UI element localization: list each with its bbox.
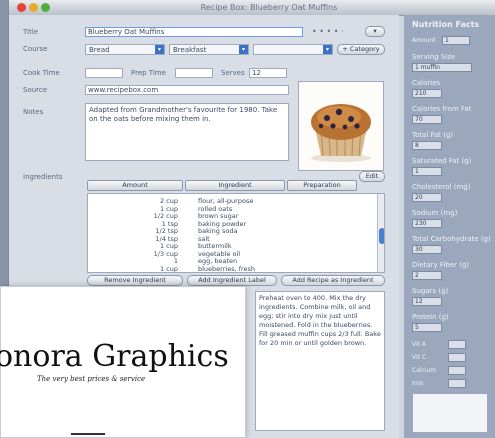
logo-wordmark: onora Graphics: [0, 339, 229, 374]
calcium-field[interactable]: [448, 366, 466, 375]
sat-fat-label: Saturated Fat (g): [412, 157, 472, 165]
vit-c-field[interactable]: [448, 353, 466, 362]
close-button[interactable]: [17, 3, 26, 12]
iron-field[interactable]: [448, 379, 466, 388]
vit-c-label: Vit C: [412, 354, 427, 361]
add-recipe-ingredient-button[interactable]: Add Recipe as Ingredient: [281, 275, 385, 286]
muffin-image: [299, 82, 383, 170]
cook-time-label: Cook Time: [23, 69, 60, 77]
serves-field[interactable]: 12: [249, 68, 287, 78]
protein-field[interactable]: 5: [412, 323, 442, 332]
category-select[interactable]: Breakfast ▾: [169, 44, 249, 55]
ingredient-name: blueberries, fresh: [198, 264, 256, 273]
prep-time-label: Prep Time: [131, 69, 166, 77]
calories-label: Calories: [412, 79, 441, 87]
fiber-field[interactable]: 2: [412, 271, 442, 280]
source-field[interactable]: www.recipebox.com: [85, 85, 289, 95]
minimize-button[interactable]: [29, 3, 38, 12]
chevron-down-icon: ▾: [239, 45, 248, 54]
serving-label: Serving Size: [412, 53, 456, 61]
ingredients-list[interactable]: 2 cup flour, all-purpose 1 cup rolled oats 1…: [87, 193, 385, 273]
course-select[interactable]: Bread ▾: [85, 44, 165, 55]
column-ingredient[interactable]: Ingredient: [185, 180, 285, 191]
cook-time-field[interactable]: [85, 68, 123, 78]
carbs-field[interactable]: 30: [412, 245, 442, 254]
sat-fat-field[interactable]: 1: [412, 167, 442, 176]
fiber-label: Dietary Fiber (g): [412, 261, 470, 269]
notes-textarea[interactable]: Adapted from Grandmother's favourite for…: [85, 103, 289, 161]
title-bar[interactable]: Recipe Box: Blueberry Oat Muffins: [9, 0, 495, 16]
total-fat-field[interactable]: 8: [412, 141, 442, 150]
recipe-photo[interactable]: [298, 81, 384, 171]
ingredient-amount: 1 cup: [159, 264, 178, 273]
rating-menu-button[interactable]: ▾: [365, 26, 385, 37]
cuisine-select[interactable]: ▾: [253, 44, 333, 55]
course-value: Bread: [89, 46, 110, 54]
add-ingredient-label-button[interactable]: Add Ingredient Label: [187, 275, 277, 286]
category-value: Breakfast: [173, 46, 207, 54]
sugars-label: Sugars (g): [412, 287, 449, 295]
chevron-down-icon: ▾: [323, 45, 332, 54]
logo-underline: [71, 433, 105, 435]
amount-field[interactable]: 1: [442, 36, 470, 45]
calcium-label: Calcium: [412, 367, 437, 374]
protein-label: Protein (g): [412, 313, 449, 321]
notes-label: Notes: [23, 108, 44, 116]
ingredients-label: Ingredients: [23, 173, 63, 181]
course-label: Course: [23, 45, 48, 53]
nutrition-notes[interactable]: [412, 393, 488, 433]
ingredients-scrollbar[interactable]: [377, 194, 384, 272]
source-label: Source: [23, 86, 48, 94]
ingredients-edit-button[interactable]: Edit: [359, 171, 385, 182]
cholesterol-field[interactable]: 20: [412, 193, 442, 202]
directions-textarea[interactable]: Preheat oven to 400. Mix the dry ingredi…: [255, 291, 385, 431]
rating-stars[interactable]: • • • • ·: [312, 27, 344, 36]
logo-tagline: The very best prices & service: [37, 375, 146, 383]
chevron-down-icon: ▾: [155, 45, 164, 54]
ingredient-row[interactable]: 1 cup blueberries, fresh: [88, 264, 378, 273]
add-category-button[interactable]: + Category: [337, 44, 385, 55]
total-fat-label: Total Fat (g): [412, 131, 454, 139]
calories-field[interactable]: 210: [412, 89, 442, 98]
vit-a-label: Vit A: [412, 341, 427, 348]
sodium-label: Sodium (mg): [412, 209, 458, 217]
iron-label: Iron: [412, 380, 424, 387]
amount-label: Amount: [412, 37, 436, 44]
serving-field[interactable]: 1 muffin: [412, 63, 472, 72]
sodium-field[interactable]: 230: [412, 219, 442, 228]
scrollbar-thumb[interactable]: [379, 228, 384, 244]
nutrition-panel: Nutrition Facts Amount 1 Serving Size 1 …: [404, 15, 495, 438]
vit-a-field[interactable]: [448, 340, 466, 349]
remove-ingredient-button[interactable]: Remove Ingredient: [87, 275, 183, 286]
title-label: Title: [23, 28, 39, 36]
cholesterol-label: Cholesterol (mg): [412, 183, 471, 191]
column-preparation[interactable]: Preparation: [287, 180, 357, 191]
column-amount[interactable]: Amount: [87, 180, 183, 191]
title-field[interactable]: Blueberry Oat Muffins: [85, 27, 303, 37]
serves-label: Serves: [221, 69, 245, 77]
zoom-button[interactable]: [41, 3, 50, 12]
nutrition-title: Nutrition Facts: [412, 20, 480, 29]
sugars-field[interactable]: 12: [412, 297, 442, 306]
logo-card: onora Graphics The very best prices & se…: [0, 286, 246, 438]
calories-fat-label: Calories from Fat: [412, 105, 472, 113]
calories-fat-field[interactable]: 70: [412, 115, 442, 124]
prep-time-field[interactable]: [175, 68, 213, 78]
window-title: Recipe Box: Blueberry Oat Muffins: [200, 3, 338, 12]
carbs-label: Total Carbohydrate (g): [412, 235, 491, 243]
